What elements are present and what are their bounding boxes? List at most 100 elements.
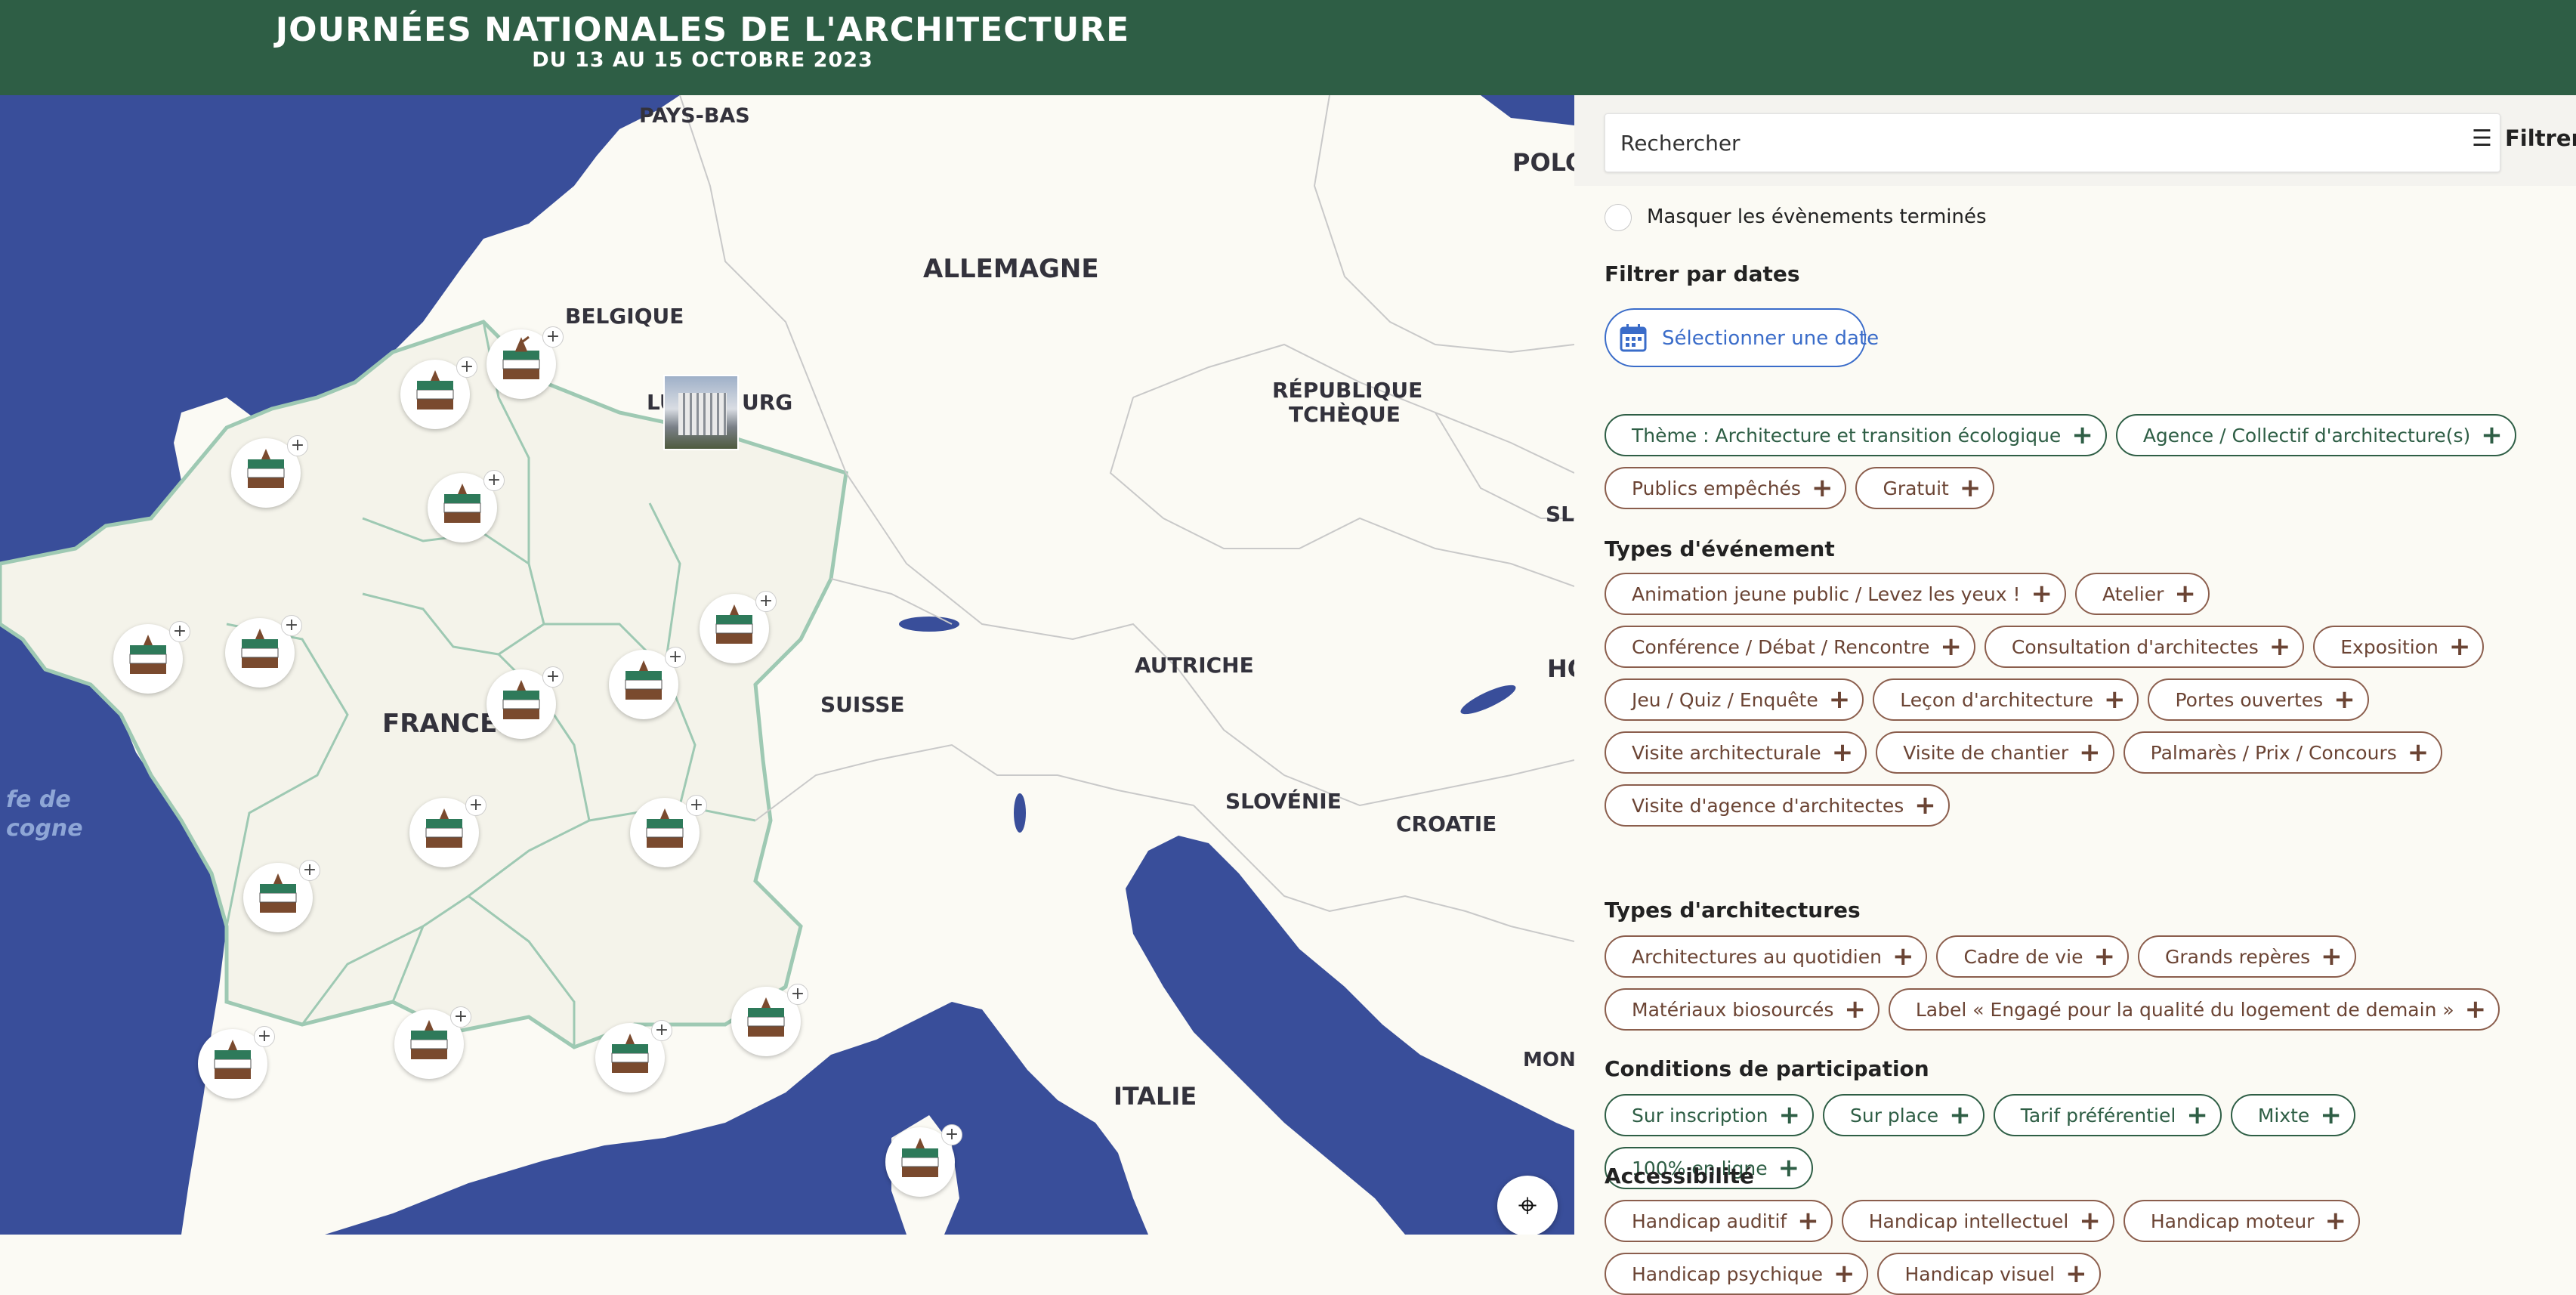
chip-condition[interactable]: Mixte +	[2230, 1094, 2355, 1136]
site-header: JOURNÉES NATIONALES DE L'ARCHITECTURE DU…	[0, 0, 2576, 95]
chip-event-type[interactable]: Visite architecturale +	[1605, 731, 1867, 774]
event-marker[interactable]: +	[700, 591, 777, 663]
country-label-slovaquie: SLO	[1546, 502, 1574, 527]
chip-accessibility[interactable]: Handicap visuel +	[1877, 1253, 2101, 1295]
plus-icon: +	[2321, 941, 2343, 972]
plus-icon: +	[1844, 994, 1866, 1025]
plus-icon: +	[1833, 1259, 1855, 1289]
plus-icon: +	[2464, 994, 2487, 1025]
chip-accessibility[interactable]: Handicap psychique +	[1605, 1253, 1869, 1295]
plus-icon: +	[1828, 685, 1851, 715]
plus-icon: +	[2079, 737, 2101, 768]
chip-event-type[interactable]: Portes ouvertes +	[2148, 678, 2369, 721]
chip-architecture-type[interactable]: Cadre de vie +	[1936, 935, 2129, 978]
country-label-luxembourg-right: URG	[742, 390, 793, 415]
chip-event-type[interactable]: Exposition +	[2313, 626, 2485, 668]
chip-condition[interactable]: Sur place +	[1822, 1094, 1985, 1136]
plus-icon: +	[2065, 1259, 2087, 1289]
plus-icon: +	[1778, 1153, 1800, 1183]
plus-icon: +	[2093, 941, 2115, 972]
chip-event-type[interactable]: Jeu / Quiz / Enquête +	[1605, 678, 1864, 721]
chip-event-type[interactable]: Consultation d'architectes +	[1984, 626, 2305, 668]
header-subtitle: DU 13 AU 15 OCTOBRE 2023	[532, 48, 873, 72]
map-view[interactable]: PAYS-BAS ALLEMAGNE POLO BELGIQUE LU URG …	[0, 95, 1574, 1235]
plus-icon: +	[2324, 1206, 2346, 1236]
plus-icon: +	[1949, 1100, 1971, 1130]
plus-icon: +	[2320, 1100, 2342, 1130]
filter-button[interactable]: ☰ Filtrer	[2472, 125, 2576, 163]
architecture-type-chips: Architectures au quotidien + Cadre de vie…	[1605, 935, 2571, 1031]
search-input[interactable]	[1605, 113, 2500, 172]
plus-icon: +	[2186, 1100, 2208, 1130]
event-marker[interactable]: +	[400, 357, 477, 429]
event-marker[interactable]: +	[609, 647, 686, 719]
chip-agence-collectif[interactable]: Agence / Collectif d'architecture(s) +	[2115, 414, 2516, 456]
event-marker[interactable]: +	[225, 615, 302, 688]
plus-icon: +	[1959, 473, 1981, 503]
country-label-hongrie: HO	[1547, 654, 1574, 683]
plus-icon: +	[2334, 685, 2355, 715]
event-marker[interactable]: +	[731, 984, 808, 1056]
plus-icon: +	[2481, 420, 2503, 450]
locate-button[interactable]: ⌖	[1497, 1176, 1558, 1235]
dates-section-title: Filtrer par dates	[1605, 261, 1800, 286]
country-label-montenegro: MONT	[1523, 1049, 1574, 1071]
chip-accessibility[interactable]: Handicap auditif +	[1605, 1200, 1833, 1242]
chip-event-type[interactable]: Animation jeune public / Levez les yeux …	[1605, 573, 2066, 615]
chip-accessibility[interactable]: Handicap intellectuel +	[1841, 1200, 2114, 1242]
event-marker[interactable]: +	[243, 860, 320, 932]
plus-icon: +	[2448, 632, 2471, 662]
country-label-france: FRANCE	[382, 709, 498, 739]
date-picker-button[interactable]: Sélectionner une date	[1605, 308, 1879, 367]
plus-icon: +	[1892, 941, 1914, 972]
plus-icon: +	[1914, 790, 1936, 821]
event-marker[interactable]: +	[394, 1006, 471, 1079]
chip-theme-transition-ecologique[interactable]: Thème : Architecture et transition écolo…	[1605, 414, 2107, 456]
chip-condition[interactable]: Tarif préférentiel +	[1993, 1094, 2222, 1136]
event-marker[interactable]: +	[630, 795, 707, 867]
event-marker[interactable]: +	[113, 621, 190, 694]
chip-event-type[interactable]: Visite de chantier +	[1876, 731, 2114, 774]
event-marker[interactable]: +	[595, 1020, 672, 1093]
photo-marker[interactable]	[663, 375, 739, 450]
country-label-croatie: CROATIE	[1396, 811, 1497, 836]
event-marker[interactable]: +	[486, 666, 564, 739]
chip-event-type[interactable]: Visite d'agence d'architectes +	[1605, 784, 1950, 827]
plus-icon: +	[2407, 737, 2429, 768]
chip-event-type[interactable]: Conférence / Débat / Rencontre +	[1605, 626, 1975, 668]
search-bar: ☰Filtrer	[1574, 95, 2576, 186]
plus-icon: +	[2269, 632, 2291, 662]
event-marker[interactable]: +	[486, 326, 564, 399]
chip-condition[interactable]: Sur inscription +	[1605, 1094, 1814, 1136]
plus-icon: +	[1797, 1206, 1819, 1236]
event-marker[interactable]: +	[198, 1026, 275, 1099]
plus-icon: +	[2103, 685, 2126, 715]
plus-icon: +	[1778, 1100, 1800, 1130]
chip-publics-empeches[interactable]: Publics empêchés +	[1605, 467, 1847, 509]
chip-event-type[interactable]: Leçon d'architecture +	[1873, 678, 2139, 721]
sliders-icon: ☰	[2472, 125, 2492, 152]
accessibility-chips: Handicap auditif + Handicap intellectuel +…	[1605, 1200, 2571, 1295]
chip-accessibility[interactable]: Handicap moteur +	[2123, 1200, 2360, 1242]
chip-architecture-type[interactable]: Grands repères +	[2137, 935, 2356, 978]
accessibility-title: Accessibilité	[1605, 1164, 1754, 1188]
event-type-chips: Animation jeune public / Levez les yeux …	[1605, 573, 2571, 827]
event-marker[interactable]: +	[231, 435, 308, 508]
chip-gratuit[interactable]: Gratuit +	[1855, 467, 1995, 509]
chip-architecture-type[interactable]: Architectures au quotidien +	[1605, 935, 1928, 978]
calendar-icon	[1620, 324, 1647, 352]
country-label-pologne: POLO	[1512, 148, 1574, 177]
plus-icon: +	[2071, 420, 2093, 450]
event-marker[interactable]: +	[885, 1124, 962, 1197]
hide-finished-checkbox[interactable]	[1605, 204, 1632, 231]
chip-event-type[interactable]: Palmarès / Prix / Concours +	[2123, 731, 2443, 774]
chip-architecture-type[interactable]: Label « Engagé pour la qualité du logeme…	[1888, 988, 2500, 1031]
event-marker[interactable]: +	[428, 470, 505, 542]
hide-finished-label: Masquer les évènements terminés	[1647, 206, 1987, 228]
plus-icon: +	[2079, 1206, 2101, 1236]
chip-event-type[interactable]: Atelier +	[2074, 573, 2210, 615]
country-label-pays-bas: PAYS-BAS	[639, 104, 750, 128]
event-marker[interactable]: +	[409, 795, 486, 867]
chip-architecture-type[interactable]: Matériaux biosourcés +	[1605, 988, 1879, 1031]
country-label-autriche: AUTRICHE	[1135, 653, 1254, 678]
